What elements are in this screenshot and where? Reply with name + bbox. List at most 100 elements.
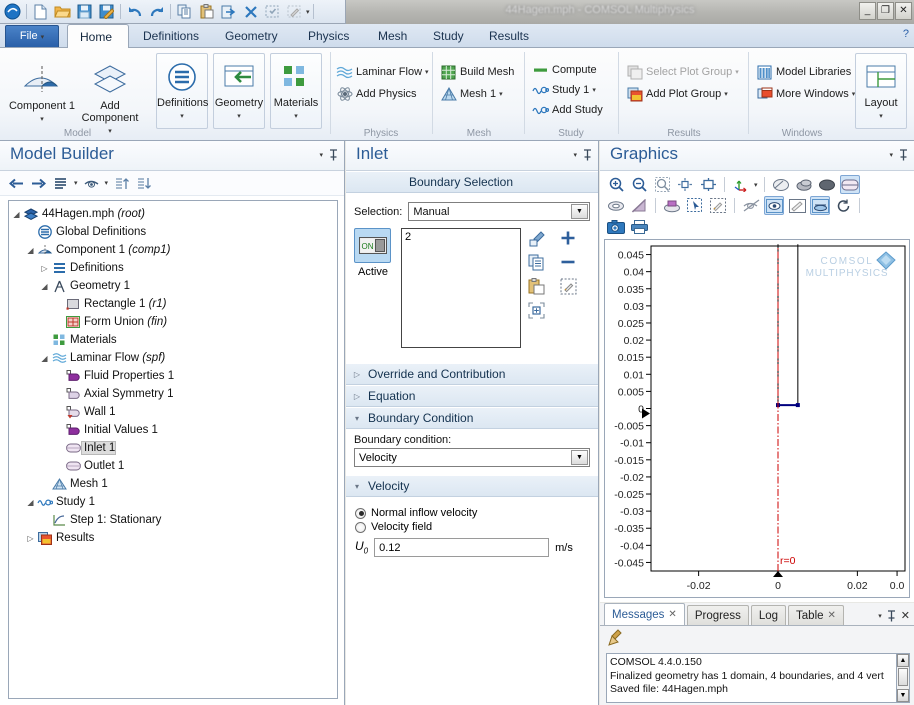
expander-icon[interactable]: ◢ bbox=[39, 354, 50, 363]
active-toggle-button[interactable]: ON bbox=[354, 228, 391, 263]
expander-icon[interactable]: ◢ bbox=[11, 210, 22, 219]
save-as-icon[interactable] bbox=[96, 2, 117, 22]
tree-item-global-definitions[interactable]: Global Definitions bbox=[11, 223, 337, 241]
eye-caret-icon[interactable]: ▾ bbox=[105, 179, 109, 187]
tab-study[interactable]: Study bbox=[421, 24, 476, 48]
graphics-plot-canvas[interactable]: 0.045 0.04 0.035 0.03 0.025 0.02 0.015 0.01 0.00… bbox=[604, 239, 910, 598]
chevron-down-icon[interactable]: ▼ bbox=[571, 450, 588, 465]
close-icon[interactable]: ✕ bbox=[668, 609, 676, 620]
mesh-caret-icon[interactable]: ▾ bbox=[499, 90, 503, 98]
collapse-all-icon[interactable] bbox=[113, 175, 130, 192]
add-component-button[interactable]: Add Component ▾ bbox=[74, 58, 146, 138]
tab-geometry[interactable]: Geometry bbox=[213, 24, 290, 48]
add-to-selection-button[interactable] bbox=[560, 230, 576, 246]
definitions-button[interactable]: Definitions ▾ bbox=[156, 53, 208, 129]
new-file-icon[interactable] bbox=[30, 2, 51, 22]
tab-results[interactable]: Results bbox=[477, 24, 541, 48]
tree-item-axial-symmetry-1[interactable]: Axial Symmetry 1 bbox=[11, 385, 337, 403]
override-contribution-section-header[interactable]: ▷ Override and Contribution bbox=[346, 363, 598, 385]
paste-icon[interactable] bbox=[196, 2, 217, 22]
tree-item-study-1[interactable]: ◢ Study 1 bbox=[11, 493, 337, 511]
clear-selection-icon[interactable] bbox=[284, 2, 305, 22]
forward-arrow-icon[interactable] bbox=[30, 175, 47, 192]
expander-icon[interactable]: ◢ bbox=[25, 246, 36, 255]
velocity-section-header[interactable]: ▾ Velocity bbox=[346, 475, 598, 497]
copy-icon[interactable] bbox=[528, 254, 545, 271]
hide-icon[interactable] bbox=[629, 196, 649, 215]
boundary-selection-section-header[interactable]: Boundary Selection bbox=[346, 171, 598, 193]
wireframe-icon[interactable] bbox=[794, 175, 814, 194]
select-plot-group-caret-icon[interactable]: ▾ bbox=[735, 68, 739, 76]
pin-icon[interactable] bbox=[583, 149, 592, 161]
tree-item-mesh-1[interactable]: Mesh 1 bbox=[11, 475, 337, 493]
expand-all-icon[interactable] bbox=[135, 175, 152, 192]
tree-item-materials[interactable]: Materials bbox=[11, 331, 337, 349]
zoom-to-selection-icon[interactable] bbox=[528, 302, 545, 319]
expander-icon[interactable]: ▷ bbox=[39, 264, 50, 273]
solid-icon[interactable] bbox=[817, 175, 837, 194]
broom-icon[interactable] bbox=[608, 629, 914, 646]
back-arrow-icon[interactable] bbox=[8, 175, 25, 192]
boundary-list[interactable]: 2 bbox=[401, 228, 521, 348]
tree-item-inlet-1[interactable]: Inlet 1 bbox=[11, 439, 337, 457]
component-1-button[interactable]: Component 1 ▾ bbox=[6, 58, 78, 126]
show-list-icon[interactable] bbox=[52, 175, 69, 192]
tree-item-geometry-1[interactable]: ◢ Geometry 1 bbox=[11, 277, 337, 295]
comsol-logo-icon[interactable] bbox=[2, 2, 23, 22]
expander-icon[interactable]: ◢ bbox=[39, 282, 50, 291]
geometry-caret-icon[interactable]: ▾ bbox=[237, 113, 241, 120]
close-icon[interactable]: ✕ bbox=[901, 609, 910, 622]
undo-icon[interactable] bbox=[124, 2, 145, 22]
hide-geometry-icon[interactable] bbox=[741, 196, 761, 215]
u0-input[interactable]: 0.12 bbox=[374, 538, 550, 557]
duplicate-icon[interactable] bbox=[218, 2, 239, 22]
deselect-icon[interactable] bbox=[708, 196, 728, 215]
materials-caret-icon[interactable]: ▾ bbox=[294, 113, 298, 120]
build-mesh-button[interactable]: Build Mesh bbox=[440, 62, 514, 82]
selection-dropdown[interactable]: Manual ▼ bbox=[408, 202, 590, 221]
radio-normal-inflow-velocity[interactable]: Normal inflow velocity bbox=[355, 507, 590, 519]
minimize-icon[interactable]: _ bbox=[859, 2, 876, 20]
expander-icon[interactable]: ▷ bbox=[25, 534, 36, 543]
save-icon[interactable] bbox=[74, 2, 95, 22]
model-libraries-button[interactable]: Model Libraries bbox=[756, 62, 851, 82]
axis-caret-icon[interactable]: ▾ bbox=[754, 181, 758, 189]
delete-icon[interactable] bbox=[240, 2, 261, 22]
qat-overflow-icon[interactable]: ▾ bbox=[306, 8, 310, 16]
tab-log[interactable]: Log bbox=[750, 605, 787, 625]
messages-scrollbar[interactable]: ▲ ▼ bbox=[896, 653, 910, 703]
boundary-condition-dropdown[interactable]: Velocity ▼ bbox=[354, 448, 590, 467]
tree-item-step-1-stationary[interactable]: Step 1: Stationary bbox=[11, 511, 337, 529]
zoom-to-selection-icon[interactable] bbox=[698, 175, 718, 194]
eye-icon[interactable] bbox=[83, 175, 100, 192]
tab-home[interactable]: Home bbox=[67, 24, 129, 48]
tab-definitions[interactable]: Definitions bbox=[131, 24, 211, 48]
messages-list[interactable]: COMSOL 4.4.0.150 Finalized geometry has 1… bbox=[606, 653, 910, 703]
maximize-icon[interactable]: ❐ bbox=[877, 2, 894, 20]
tree-item-definitions[interactable]: ▷ Definitions bbox=[11, 259, 337, 277]
pin-icon[interactable] bbox=[887, 609, 896, 622]
print-icon[interactable] bbox=[629, 217, 649, 236]
chevron-down-icon[interactable]: ▾ bbox=[573, 151, 577, 159]
tab-mesh[interactable]: Mesh bbox=[366, 24, 419, 48]
zoom-box-icon[interactable] bbox=[652, 175, 672, 194]
open-folder-icon[interactable] bbox=[52, 2, 73, 22]
scroll-up-button[interactable]: ▲ bbox=[897, 654, 909, 667]
scroll-down-button[interactable]: ▼ bbox=[897, 689, 909, 702]
remove-from-selection-button[interactable] bbox=[560, 254, 576, 270]
tree-item-outlet-1[interactable]: Outlet 1 bbox=[11, 457, 337, 475]
laminar-flow-caret-icon[interactable]: ▾ bbox=[425, 68, 429, 76]
help-button[interactable]: ? bbox=[903, 28, 909, 40]
compute-button[interactable]: Compute bbox=[532, 60, 597, 80]
tree-item-form-union[interactable]: Form Union (fin) bbox=[11, 313, 337, 331]
boundary-condition-section-header[interactable]: ▾ Boundary Condition bbox=[346, 407, 598, 429]
list-item[interactable]: 2 bbox=[405, 231, 517, 243]
layout-button[interactable]: Layout ▾ bbox=[855, 53, 907, 129]
add-study-button[interactable]: Add Study bbox=[532, 100, 603, 120]
tab-messages[interactable]: Messages ✕ bbox=[604, 603, 685, 625]
select-all-icon[interactable] bbox=[262, 2, 283, 22]
file-menu-button[interactable]: File ▾ bbox=[5, 25, 59, 47]
add-plot-group-caret-icon[interactable]: ▾ bbox=[724, 90, 728, 98]
reset-hiding-icon[interactable] bbox=[787, 196, 807, 215]
laminar-flow-button[interactable]: Laminar Flow ▾ bbox=[336, 62, 429, 82]
